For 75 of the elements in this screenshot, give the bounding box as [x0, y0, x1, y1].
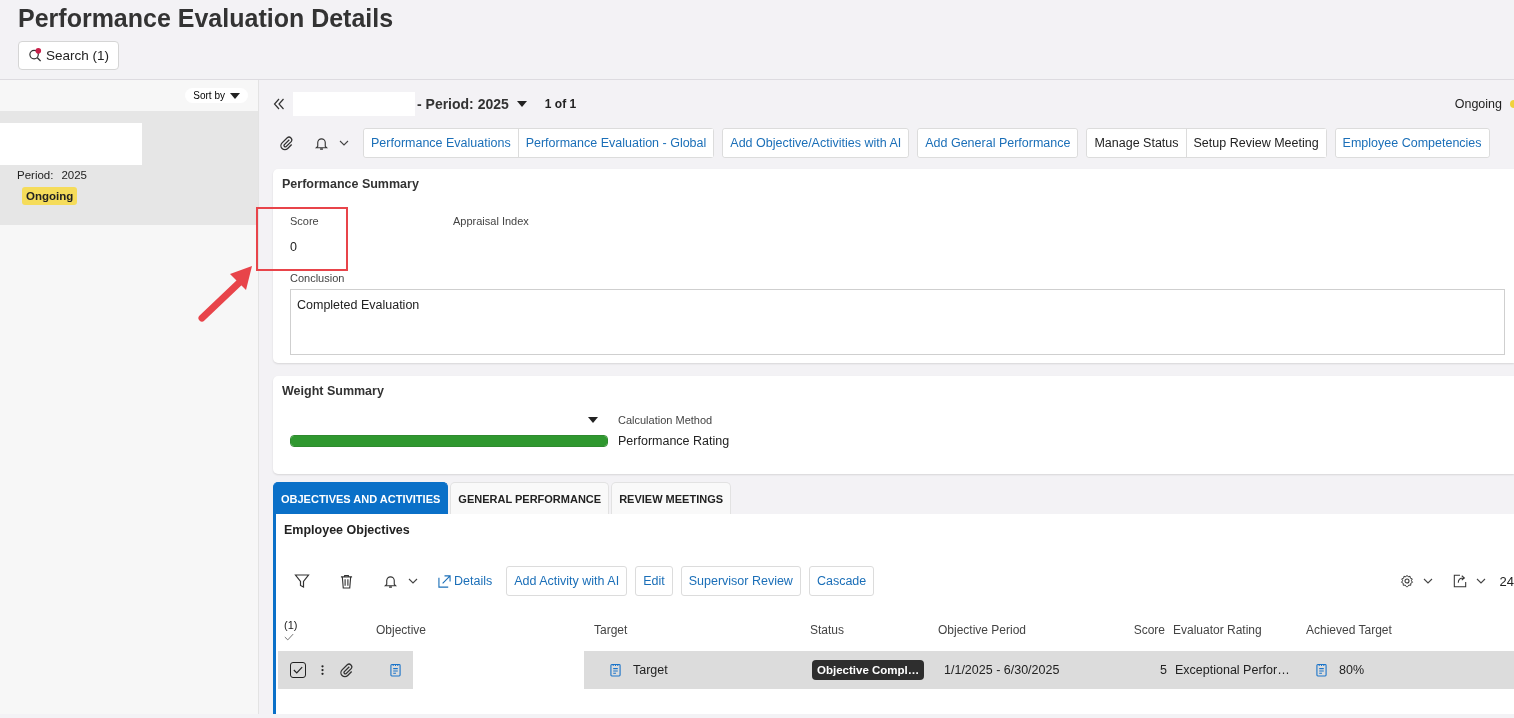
period-label: Period:	[17, 169, 54, 181]
chevron-down-icon[interactable]	[1422, 578, 1433, 584]
status-badge: Ongoing	[22, 187, 78, 205]
field-value: Performance Rating	[618, 434, 731, 448]
checkmark-icon	[293, 666, 303, 674]
check-icon[interactable]	[284, 633, 294, 641]
column-header[interactable]: Objective	[376, 623, 427, 637]
action-button[interactable]: Add Activity with AI	[506, 566, 628, 596]
action-button[interactable]: Edit	[635, 566, 673, 596]
search-button[interactable]: Search (1)	[18, 41, 120, 70]
record-status: Ongoing	[1454, 97, 1502, 111]
toolbar-button[interactable]: Setup Review Meeting	[1185, 129, 1326, 157]
bell-icon[interactable]	[383, 573, 398, 589]
external-link-icon	[438, 574, 451, 588]
field-label: Score	[290, 215, 319, 227]
bell-icon[interactable]	[314, 135, 329, 151]
more-icon[interactable]	[321, 664, 324, 676]
conclusion-field[interactable]: Completed Evaluation	[290, 289, 1505, 355]
document-icon[interactable]	[390, 663, 401, 677]
field-label: Appraisal Index	[453, 215, 529, 227]
card-title: Weight Summary	[282, 384, 385, 398]
table-cell: Target	[633, 663, 668, 677]
page-title: Performance Evaluation Details	[18, 4, 395, 33]
tab[interactable]: GENERAL PERFORMANCE	[450, 482, 610, 514]
period-value: 2025	[61, 169, 88, 181]
field-label: Calculation Method	[618, 414, 714, 426]
card-title: Performance Summary	[282, 177, 420, 191]
chevron-down-icon[interactable]	[1475, 578, 1486, 584]
document-icon[interactable]	[610, 663, 621, 677]
caret-down-icon[interactable]	[230, 92, 240, 99]
action-button[interactable]: Supervisor Review	[680, 566, 801, 596]
chevron-down-icon[interactable]	[339, 140, 349, 146]
column-header[interactable]: Objective Period	[938, 623, 1027, 637]
dropdown-caret-icon[interactable]	[588, 417, 598, 423]
list-item[interactable]: Period: 2025 Ongoing	[0, 111, 258, 225]
table-cell: 80%	[1339, 663, 1365, 677]
chevron-down-icon[interactable]	[408, 578, 418, 584]
page-size[interactable]: 24	[1499, 573, 1514, 589]
details-link[interactable]: Details	[432, 574, 499, 588]
sort-by-button[interactable]: Sort by	[185, 88, 248, 103]
toolbar-button[interactable]: Add Objective/Activities with AI	[723, 129, 909, 157]
filter-icon[interactable]	[294, 573, 310, 589]
export-icon[interactable]	[1452, 574, 1467, 588]
document-icon[interactable]	[1316, 663, 1327, 677]
toolbar-button[interactable]: Employee Competencies	[1335, 129, 1489, 157]
collapse-icon[interactable]	[273, 98, 285, 110]
trash-icon[interactable]	[340, 573, 353, 589]
paperclip-icon[interactable]	[339, 662, 354, 678]
status-badge: Objective Compl…	[812, 660, 925, 680]
column-header[interactable]: Status	[810, 623, 845, 637]
record-dropdown-icon[interactable]	[516, 101, 527, 107]
selection-count: (1)	[284, 619, 298, 631]
pointer-arrow	[198, 266, 252, 322]
column-header[interactable]: Target	[594, 623, 628, 637]
table-cell: 1/1/2025 - 6/30/2025	[944, 663, 1060, 677]
column-header[interactable]: Evaluator Rating	[1173, 623, 1262, 637]
row-checkbox[interactable]	[290, 662, 306, 678]
tab[interactable]: OBJECTIVES AND ACTIVITIES	[273, 482, 449, 514]
table-cell: Exceptional Perfor…	[1175, 663, 1290, 677]
toolbar-button[interactable]: Performance Evaluation - Global	[517, 129, 714, 157]
field-label: Conclusion	[290, 272, 345, 284]
search-icon[interactable]	[28, 48, 43, 63]
record-pager: 1 of 1	[544, 97, 577, 111]
action-button[interactable]: Cascade	[808, 566, 875, 596]
toolbar-button[interactable]: Add General Performance	[918, 129, 1078, 157]
column-header[interactable]: Achieved Target	[1306, 623, 1392, 637]
table-cell: 5	[1160, 663, 1167, 677]
table-row[interactable]: Target Objective Compl… 1/1/2025 - 6/30/2025 5 Exceptional Perfor… 80%	[278, 651, 1514, 689]
tab[interactable]: REVIEW MEETINGS	[611, 482, 732, 514]
column-header[interactable]: Score	[1133, 623, 1165, 637]
section-title: Employee Objectives	[283, 522, 411, 537]
field-value: 0	[290, 240, 297, 254]
record-title: - Period: 2025	[417, 96, 509, 112]
paperclip-icon[interactable]	[279, 135, 294, 151]
settings-icon[interactable]	[1399, 574, 1414, 588]
